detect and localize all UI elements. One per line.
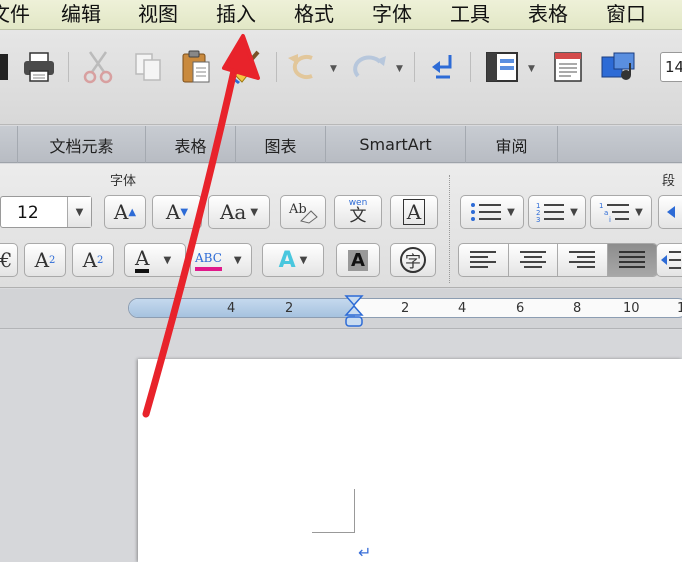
menu-edit[interactable]: 编辑: [61, 2, 101, 26]
undo-icon[interactable]: [284, 49, 328, 85]
group-separator: [449, 175, 450, 283]
zoom-value: 14: [665, 58, 682, 76]
paste-icon[interactable]: [178, 49, 214, 85]
menu-tools[interactable]: 工具: [450, 2, 490, 26]
ruler-label: 6: [516, 301, 525, 316]
highlight-button[interactable]: ABC ▼: [190, 243, 252, 277]
align-center-button[interactable]: [509, 244, 558, 276]
menu-view[interactable]: 视图: [138, 2, 178, 26]
menu-bar: 文件 编辑 视图 插入 格式 字体 工具 表格 窗口: [0, 0, 682, 30]
ruler-margin: [129, 299, 355, 317]
ruler-label: 4: [227, 301, 236, 316]
phonetic-guide-button[interactable]: wen 文: [334, 195, 382, 229]
svg-text:1: 1: [599, 202, 603, 210]
menu-format[interactable]: 格式: [294, 2, 334, 26]
superscript-button[interactable]: A2: [24, 243, 66, 277]
ribbon-tabs: 文档元素 表格 图表 SmartArt 审阅: [0, 126, 682, 163]
enclosed-char: 字: [400, 247, 426, 273]
clear-formatting-button[interactable]: Ab: [280, 195, 326, 229]
ruler-label: 1: [677, 301, 682, 316]
font-group-label: 字体: [110, 174, 137, 189]
paragraph-mark-icon[interactable]: [424, 49, 460, 85]
text-effects-button[interactable]: A ▼: [262, 243, 324, 277]
toolbar-separator: [470, 52, 471, 82]
horizontal-ruler[interactable]: 4 2 2 4 6 8 10 1: [128, 298, 682, 318]
strikethrough-button[interactable]: €: [0, 243, 18, 277]
tab-document-elements[interactable]: 文档元素: [18, 126, 146, 163]
alignment-group: [458, 243, 658, 277]
ruler-label: 4: [458, 301, 467, 316]
highlight-sample: ABC: [195, 249, 222, 271]
zoom-field[interactable]: 14: [660, 52, 682, 82]
menu-insert[interactable]: 插入: [216, 2, 256, 26]
cut-icon[interactable]: [80, 49, 116, 85]
media-browser-icon[interactable]: [598, 49, 638, 85]
grow-font-button[interactable]: A ▲: [104, 195, 146, 229]
gallery-icon[interactable]: [550, 49, 586, 85]
document-page[interactable]: [138, 359, 682, 562]
word-window: 文件 编辑 视图 插入 格式 字体 工具 表格 窗口: [0, 0, 682, 562]
ruler-label: 10: [623, 301, 640, 316]
indent-marker-icon[interactable]: [344, 294, 364, 330]
tab-home[interactable]: [0, 126, 18, 163]
tab-tables[interactable]: 表格: [146, 126, 236, 163]
menu-table[interactable]: 表格: [528, 2, 568, 26]
svg-text:a: a: [604, 209, 608, 217]
sidebar-icon[interactable]: [482, 49, 522, 85]
sidebar-dropdown-icon[interactable]: ▼: [528, 64, 535, 74]
distributed-align-button[interactable]: [656, 243, 682, 277]
justify-button[interactable]: [607, 244, 657, 276]
paragraph-group-label: 段: [662, 174, 676, 189]
font-size-value: 12: [17, 203, 39, 223]
enclose-characters-button[interactable]: 字: [390, 243, 436, 277]
toolbar-separator: [276, 52, 277, 82]
bullets-button[interactable]: ▼: [460, 195, 524, 229]
redo-dropdown-icon[interactable]: ▼: [396, 64, 403, 74]
phonetic-guide-char: 文: [349, 206, 367, 226]
align-right-button[interactable]: [558, 244, 608, 276]
font-size-dropdown-icon[interactable]: ▼: [67, 197, 91, 227]
svg-text:i: i: [609, 216, 611, 223]
numbering-button[interactable]: 1 2 3 ▼: [528, 195, 586, 229]
font-size-field[interactable]: 12 ▼: [0, 196, 92, 228]
decrease-indent-button[interactable]: [658, 195, 682, 229]
margin-corner-mark: [354, 489, 355, 533]
undo-dropdown-icon[interactable]: ▼: [330, 64, 337, 74]
change-case-button[interactable]: Aa ▼: [208, 195, 270, 229]
svg-text:3: 3: [536, 216, 540, 223]
shrink-font-button[interactable]: A ▼: [152, 195, 202, 229]
font-color-button[interactable]: A ▼: [124, 243, 186, 277]
subscript-button[interactable]: A2: [72, 243, 114, 277]
character-shading-button[interactable]: A: [336, 243, 380, 277]
multilevel-list-button[interactable]: 1 a i ▼: [590, 195, 652, 229]
ruler-label: 2: [401, 301, 410, 316]
copy-icon[interactable]: [130, 49, 166, 85]
tab-smartart[interactable]: SmartArt: [326, 126, 466, 163]
tab-charts[interactable]: 图表: [236, 126, 326, 163]
save-icon[interactable]: [0, 49, 8, 85]
paragraph-mark-icon: ↵: [358, 543, 372, 562]
format-painter-icon[interactable]: [226, 49, 266, 85]
tab-review[interactable]: 审阅: [466, 126, 558, 163]
ruler-label: 2: [285, 301, 294, 316]
toolbar-separator: [414, 52, 415, 82]
menu-window[interactable]: 窗口: [606, 2, 646, 26]
redo-icon[interactable]: [348, 49, 392, 85]
ruler-label: 8: [573, 301, 582, 316]
align-left-button[interactable]: [459, 244, 509, 276]
menu-file[interactable]: 文件: [0, 2, 30, 26]
svg-text:Ab: Ab: [288, 202, 307, 217]
toolbar-separator: [68, 52, 69, 82]
character-border-button[interactable]: A: [390, 195, 438, 229]
print-icon[interactable]: [20, 49, 58, 85]
margin-corner-mark: [312, 532, 355, 533]
menu-font[interactable]: 字体: [372, 2, 412, 26]
